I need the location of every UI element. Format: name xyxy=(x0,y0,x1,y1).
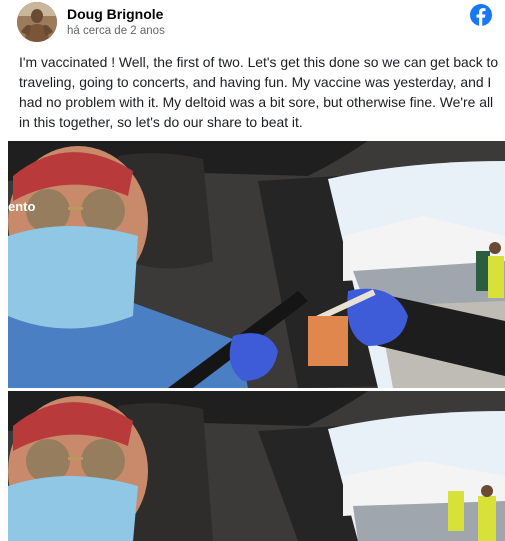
post-header: Doug Brignole há cerca de 2 anos xyxy=(0,0,505,50)
post-photo-2[interactable] xyxy=(8,391,505,541)
facebook-icon[interactable] xyxy=(470,4,492,26)
avatar-photo-icon xyxy=(17,2,57,42)
photo-overlay-text: ento xyxy=(8,199,36,214)
post-timestamp[interactable]: há cerca de 2 anos xyxy=(67,25,165,37)
avatar[interactable] xyxy=(17,2,57,42)
post-text: I'm vaccinated ! Well, the first of two.… xyxy=(19,54,499,130)
author-name[interactable]: Doug Brignole xyxy=(67,6,163,22)
post-photo-1[interactable]: ento xyxy=(8,141,505,388)
facebook-post: Doug Brignole há cerca de 2 anos I'm vac… xyxy=(0,0,505,541)
